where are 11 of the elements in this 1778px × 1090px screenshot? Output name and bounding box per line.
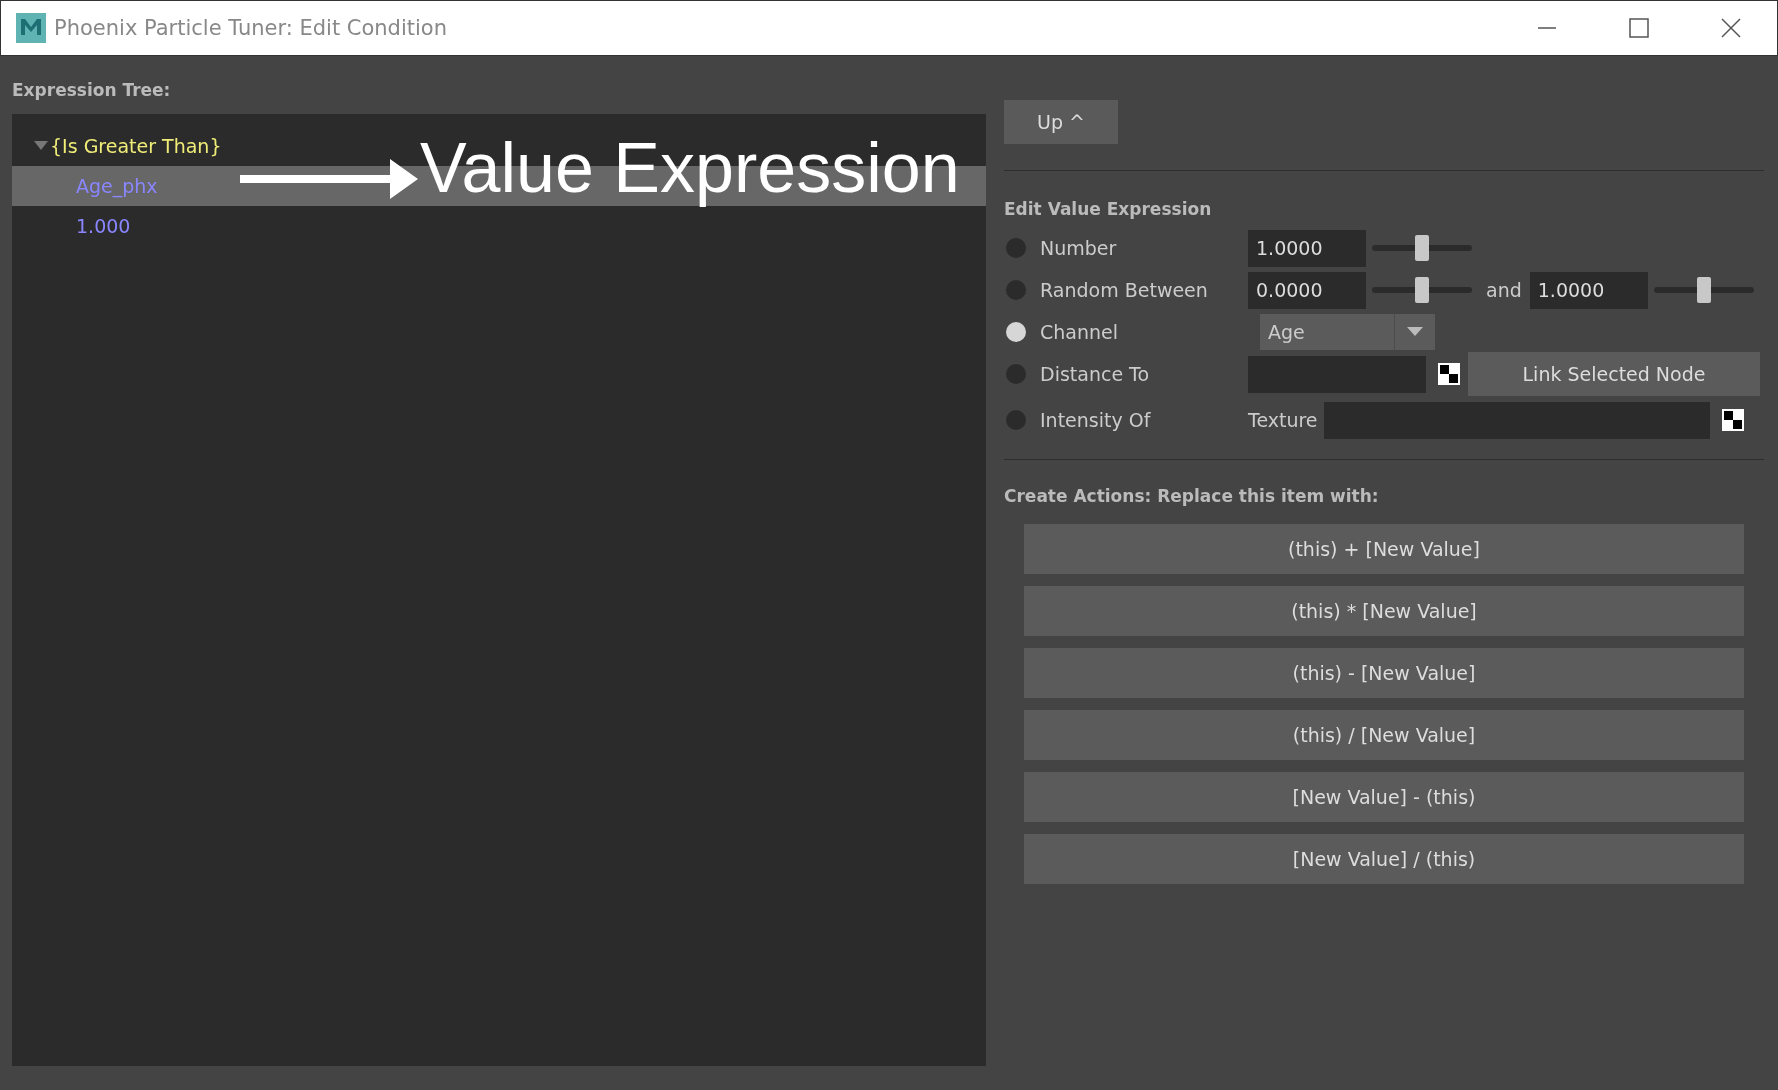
window-title: Phoenix Particle Tuner: Edit Condition [54, 16, 448, 40]
option-label: Number [1040, 237, 1118, 259]
section-heading: Create Actions: Replace this item with: [1004, 485, 1380, 508]
texture-label: Texture [1248, 409, 1318, 431]
option-label: Distance To [1040, 363, 1151, 385]
option-label: Intensity Of [1040, 409, 1152, 431]
option-label: Channel [1040, 321, 1119, 343]
tree-heading: Expression Tree: [12, 79, 172, 102]
section-heading: Edit Value Expression [1004, 198, 1213, 221]
and-label: and [1486, 279, 1522, 301]
option-label: Random Between [1040, 279, 1209, 301]
